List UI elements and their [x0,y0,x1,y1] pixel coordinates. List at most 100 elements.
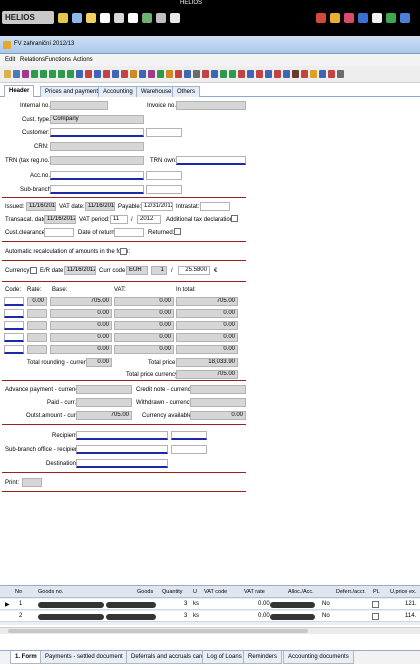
refresh-icon[interactable] [31,70,38,78]
vat-base-field[interactable]: 705.00 [50,297,112,306]
doc-tb-icon[interactable] [211,70,218,78]
dollar-icon[interactable] [166,70,173,78]
chart-bar-icon[interactable] [319,70,326,78]
vat-rate-field[interactable] [27,309,47,318]
er-date-field[interactable]: 11/16/2012 [64,266,96,275]
col-no[interactable]: No [15,589,22,595]
chart-pie-icon[interactable] [328,70,335,78]
withdrawn-field[interactable] [190,398,246,407]
acc-code-field[interactable] [146,171,182,180]
tab-payments-settled[interactable]: Payments - settled document [40,651,128,664]
vat-total-field[interactable]: 0.00 [176,309,238,318]
app-icon[interactable] [114,13,124,23]
vat-code-field[interactable] [4,333,24,342]
calendar-icon[interactable] [184,70,191,78]
currency-checkbox[interactable] [30,267,37,274]
tab-accounting-documents[interactable]: Accounting documents [283,651,354,664]
vat-period-year-field[interactable]: 2012 [137,215,161,224]
sub-branch-recipient-id-field[interactable] [171,445,207,454]
col-alloc[interactable]: Alloc./Acc. [288,589,314,595]
total-price-currency-field[interactable]: 705.00 [176,370,238,379]
red-icon[interactable] [316,13,326,23]
new-icon[interactable] [4,70,11,78]
print-icon[interactable] [103,70,110,78]
destination-field[interactable] [76,459,168,468]
scroll-thumb[interactable] [8,629,308,633]
col-deferr[interactable]: Deferr./accr. [336,589,366,595]
green-icon[interactable] [142,13,152,23]
gear-icon[interactable] [283,70,290,78]
vat-date-field[interactable]: 11/16/2012 [85,202,115,211]
paid-field[interactable] [76,398,132,407]
recipient-id-field[interactable] [171,431,207,440]
tree-icon[interactable] [220,70,227,78]
sheet-icon[interactable] [128,13,138,23]
cust-clearance-field[interactable] [44,228,74,237]
stop-icon[interactable] [274,70,281,78]
vat-base-field[interactable]: 0.00 [50,345,112,354]
drop-icon[interactable] [292,70,299,78]
flag-icon[interactable] [238,70,245,78]
user-icon[interactable] [372,13,382,23]
chart-icon[interactable] [330,13,340,23]
doc-icon[interactable] [72,13,82,23]
vat-code-field[interactable] [4,345,24,354]
up-icon[interactable] [40,70,47,78]
intrastat-field[interactable] [200,202,230,211]
tab-accounting[interactable]: Accounting [98,86,138,97]
vat-vat-field[interactable]: 0.00 [114,333,174,342]
right-icon[interactable] [67,70,74,78]
sub-branch-code-field[interactable] [146,185,182,194]
star-icon[interactable] [58,13,68,23]
key-icon[interactable] [247,70,254,78]
menu-relations[interactable]: Relations [20,57,45,63]
help-icon[interactable] [358,13,368,23]
tab-reminders[interactable]: Reminders [243,651,283,664]
tab-log-of-loans[interactable]: Log of Loans [202,651,247,664]
print-field[interactable] [22,478,42,487]
page-icon[interactable] [100,13,110,23]
vat-code-field[interactable] [4,309,24,318]
outst-amount-field[interactable]: 705.00 [76,411,132,420]
branch-icon[interactable] [229,70,236,78]
vat-vat-field[interactable]: 0.00 [114,345,174,354]
col-goods-no[interactable]: Goods no. [38,589,63,595]
tab-form[interactable]: 1. Form [10,651,42,664]
returned-checkbox[interactable] [174,228,181,235]
table-row[interactable]: ▶ 1 3 ks 0.00 No 121. [0,599,420,610]
sub-branch-recipient-field[interactable] [76,445,168,454]
copy-icon[interactable] [112,70,119,78]
save-icon[interactable] [22,70,29,78]
customer-field[interactable] [50,128,144,137]
issued-field[interactable]: 11/16/2012 [26,202,56,211]
delete-icon[interactable] [202,70,209,78]
menu-functions[interactable]: Functions [45,57,71,63]
table-icon[interactable] [94,70,101,78]
vat-rate-field[interactable] [27,333,47,342]
alert-icon[interactable] [175,70,182,78]
rate-unit-field[interactable]: 1 [151,266,167,275]
tool-icon[interactable] [156,13,166,23]
tab-deferrals-accruals[interactable]: Deferrals and accruals card [126,651,210,664]
internal-no-field[interactable] [50,101,108,110]
vat-base-field[interactable]: 0.00 [50,309,112,318]
vat-total-field[interactable]: 0.00 [176,321,238,330]
wand-icon[interactable] [310,70,317,78]
vat-code-field[interactable] [4,297,24,306]
transacat-date-field[interactable]: 11/16/2012 [44,215,76,224]
vat-vat-field[interactable]: 0.00 [114,309,174,318]
col-vat-code[interactable]: VAT code [204,589,227,595]
horizontal-scrollbar[interactable] [0,627,420,634]
settings-icon[interactable] [386,13,396,23]
col-unit-price[interactable]: U.price ex. [390,589,416,595]
close-icon[interactable] [344,13,354,23]
trn-field[interactable] [50,156,144,165]
table-row[interactable]: 2 3 ks 0.00 No 114. [0,611,420,622]
crn-field[interactable] [50,142,144,151]
customer-id-field[interactable] [146,128,182,137]
vat-code-field[interactable] [4,321,24,330]
date-of-return-field[interactable] [114,228,144,237]
vat-total-field[interactable]: 0.00 [176,345,238,354]
col-goods[interactable]: Goods [137,589,153,595]
additional-tax-checkbox[interactable] [231,215,238,222]
